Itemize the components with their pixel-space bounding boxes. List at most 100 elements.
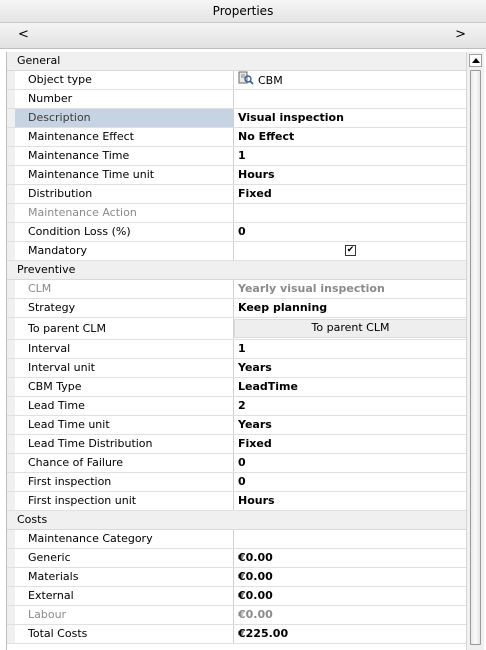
property-value[interactable]: 0 [234,223,467,241]
previous-button[interactable]: < [18,27,29,42]
row-gutter [7,299,15,317]
mandatory-checkbox[interactable]: ✔ [345,244,356,256]
property-value[interactable]: Visual inspection [234,109,467,127]
property-value[interactable]: Hours [234,166,467,184]
row-cbm-type[interactable]: CBM Type LeadTime [7,378,467,397]
category-costs[interactable]: Costs [7,511,467,530]
row-lead-time-distribution[interactable]: Lead Time Distribution Fixed [7,435,467,454]
property-value[interactable]: Years [234,416,467,434]
row-first-inspection-unit[interactable]: First inspection unit Hours [7,492,467,511]
row-gutter [7,473,15,491]
property-label: Lead Time [15,397,234,415]
property-value[interactable]: No Effect [234,128,467,146]
row-maintenance-effect[interactable]: Maintenance Effect No Effect [7,128,467,147]
row-gutter [7,587,15,605]
property-value[interactable]: 0 [234,473,467,491]
property-value[interactable] [234,90,467,108]
arrow-up-icon [471,58,480,63]
property-value-disabled: €0.00 [238,608,273,621]
property-label: Lead Time unit [15,416,234,434]
property-value[interactable]: Fixed [234,185,467,203]
property-value[interactable]: LeadTime [234,378,467,396]
row-first-inspection[interactable]: First inspection 0 [7,473,467,492]
property-value[interactable]: €0.00 [234,549,467,567]
property-label: Total Costs [15,625,234,643]
row-gutter [7,530,15,548]
row-condition-loss[interactable]: Condition Loss (%) 0 [7,223,467,242]
row-labour[interactable]: Labour €0.00 [7,606,467,625]
row-mandatory[interactable]: Mandatory ✔ [7,242,467,261]
row-gutter [7,549,15,567]
category-preventive[interactable]: Preventive [7,261,467,280]
property-value[interactable]: CBM [234,71,467,89]
row-interval[interactable]: Interval 1 [7,340,467,359]
row-gutter [7,185,15,203]
property-value[interactable]: €0.00 [234,587,467,605]
scroll-up-button[interactable] [469,54,482,67]
row-chance-of-failure[interactable]: Chance of Failure 0 [7,454,467,473]
property-label: Maintenance Effect [15,128,234,146]
row-gutter [7,454,15,472]
row-materials[interactable]: Materials €0.00 [7,568,467,587]
row-gutter [7,90,15,108]
next-button[interactable]: > [455,27,466,42]
property-label: Materials [15,568,234,586]
row-gutter [7,340,15,358]
row-maintenance-time[interactable]: Maintenance Time 1 [7,147,467,166]
row-total-costs[interactable]: Total Costs €225.00 [7,625,467,644]
row-gutter [7,223,15,241]
property-label: First inspection unit [15,492,234,510]
property-label-disabled: Labour [15,606,234,624]
row-maintenance-time-unit[interactable]: Maintenance Time unit Hours [7,166,467,185]
property-value[interactable]: €0.00 [234,568,467,586]
row-gutter [7,147,15,165]
row-distribution[interactable]: Distribution Fixed [7,185,467,204]
row-object-type[interactable]: Object type CBM [7,71,467,90]
property-label: External [15,587,234,605]
property-value[interactable]: 0 [234,454,467,472]
property-value[interactable]: Keep planning [234,299,467,317]
property-value[interactable]: 1 [234,340,467,358]
property-label: CBM Type [15,378,234,396]
object-type-value: CBM [258,74,283,87]
property-value[interactable]: Fixed [234,435,467,453]
navigation-bar: < > [0,23,486,49]
scrollbar-thumb[interactable] [470,70,481,645]
row-gutter [7,128,15,146]
property-value[interactable] [234,204,467,222]
property-value[interactable] [234,530,467,548]
category-label: Costs [17,513,48,526]
row-number[interactable]: Number [7,90,467,109]
row-gutter [7,109,15,127]
to-parent-clm-button[interactable]: To parent CLM [234,319,467,338]
row-to-parent-clm[interactable]: To parent CLM To parent CLM [7,318,467,340]
property-label: Interval unit [15,359,234,377]
property-value[interactable]: €225.00 [234,625,467,643]
row-maintenance-category[interactable]: Maintenance Category [7,530,467,549]
vertical-scrollbar[interactable] [466,52,484,650]
category-general[interactable]: General [7,52,467,71]
property-value[interactable]: Years [234,359,467,377]
row-gutter [7,625,15,643]
property-label: Maintenance Category [15,530,234,548]
property-label: Chance of Failure [15,454,234,472]
row-gutter [7,359,15,377]
property-value[interactable]: 2 [234,397,467,415]
row-strategy[interactable]: Strategy Keep planning [7,299,467,318]
property-value-disabled: Yearly visual inspection [238,282,385,295]
row-maintenance-action[interactable]: Maintenance Action [7,204,467,223]
row-gutter [7,318,15,339]
property-value[interactable]: 1 [234,147,467,165]
property-value[interactable]: Hours [234,492,467,510]
row-description[interactable]: Description Visual inspection [7,109,467,128]
property-grid: General Object type CBM Number Descripti… [6,52,467,650]
row-interval-unit[interactable]: Interval unit Years [7,359,467,378]
row-lead-time-unit[interactable]: Lead Time unit Years [7,416,467,435]
category-label: Preventive [17,263,76,276]
row-generic[interactable]: Generic €0.00 [7,549,467,568]
row-gutter [7,435,15,453]
row-gutter [7,606,15,624]
row-lead-time[interactable]: Lead Time 2 [7,397,467,416]
row-clm[interactable]: CLM Yearly visual inspection [7,280,467,299]
row-external[interactable]: External €0.00 [7,587,467,606]
